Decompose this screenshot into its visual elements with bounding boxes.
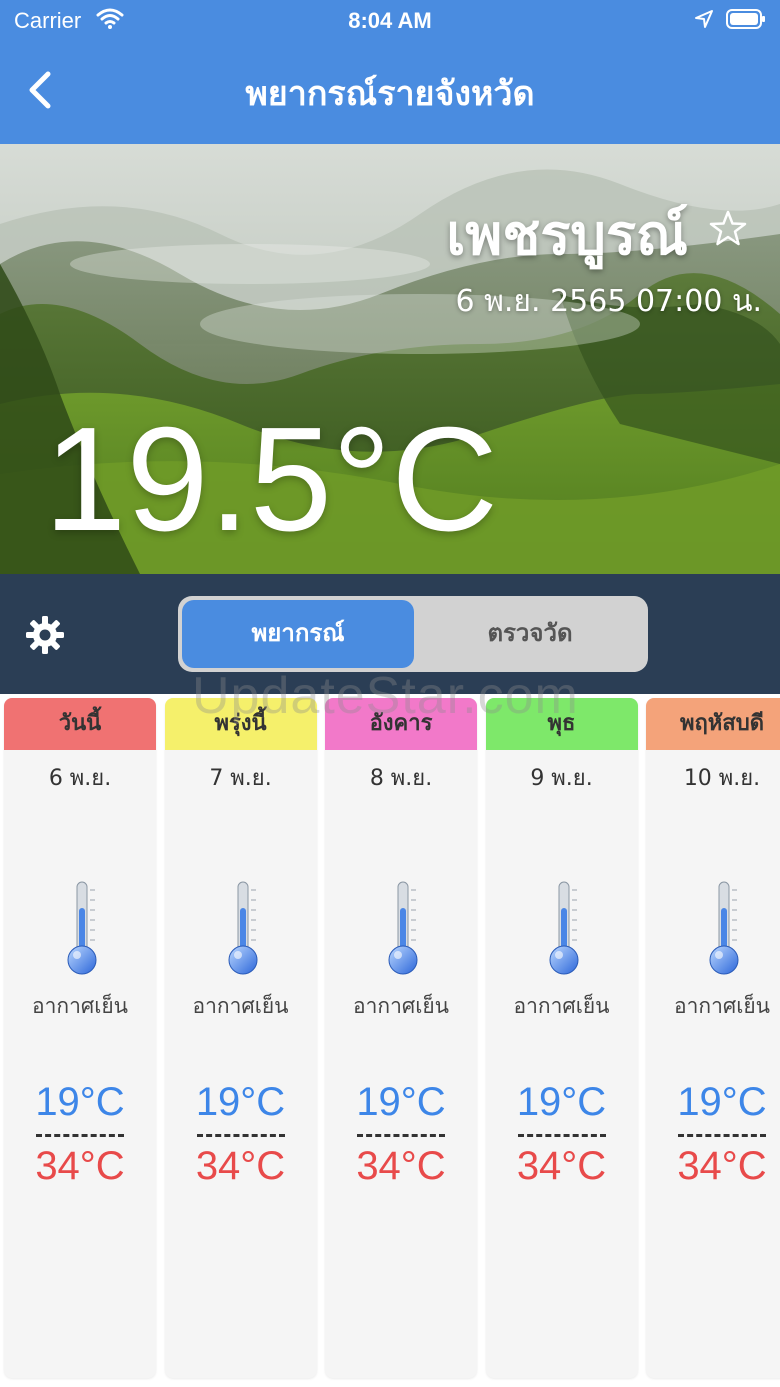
battery-icon (726, 9, 765, 29)
status-bar: Carrier 8:04 AM (0, 0, 780, 40)
weather-condition: อากาศเย็น (352, 994, 450, 1018)
temperature-divider (196, 1134, 285, 1137)
day-forecast-card[interactable]: วันนี้ 6 พ.ย. อากาศเย็น 19°C 34°C (4, 698, 156, 1378)
max-temperature: 34°C (516, 1144, 607, 1188)
max-temperature: 34°C (195, 1144, 286, 1188)
max-temperature: 34°C (35, 1144, 125, 1188)
day-date: 9 พ.ย. (530, 766, 593, 791)
thermometer-icon (62, 878, 102, 978)
day-date: 6 พ.ย. (48, 766, 112, 791)
day-date: 8 พ.ย. (369, 766, 433, 791)
weather-condition: อากาศเย็น (31, 994, 129, 1018)
day-forecast-card[interactable]: พฤหัสบดี 10 พ.ย. อากาศเย็น 19°C 34°C (646, 698, 780, 1378)
day-name: อังคาร (325, 698, 477, 750)
thermometer-icon (544, 878, 584, 978)
min-temperature: 19°C (35, 1080, 125, 1124)
province-name: เพชรบูรณ์ (446, 203, 688, 268)
daily-forecast-list[interactable]: วันนี้ 6 พ.ย. อากาศเย็น 19°C 34°C พรุ่งนี้ 7 พ… (0, 694, 780, 1387)
forecast-mode-segmented-control: พยากรณ์ ตรวจวัด (178, 596, 648, 672)
min-temperature: 19°C (356, 1080, 446, 1124)
min-temperature: 19°C (516, 1080, 607, 1124)
weather-hero: เพชรบูรณ์ 6 พ.ย. 2565 07:00 น. 19.5°C (0, 144, 780, 574)
day-date: 7 พ.ย. (209, 766, 272, 791)
max-temperature: 34°C (356, 1144, 446, 1188)
day-forecast-card[interactable]: อังคาร 8 พ.ย. อากาศเย็น 19°C 34°C (325, 698, 477, 1378)
day-date: 10 พ.ย. (683, 766, 761, 791)
weather-condition: อากาศเย็น (673, 994, 771, 1018)
status-time: 8:04 AM (348, 8, 432, 33)
favorite-star-icon[interactable] (708, 208, 748, 248)
day-forecast-card[interactable]: พุธ 9 พ.ย. อากาศเย็น 19°C 34°C (485, 698, 638, 1378)
weather-condition: อากาศเย็น (513, 994, 610, 1018)
thermometer-icon (704, 878, 744, 978)
weather-condition: อากาศเย็น (192, 994, 289, 1018)
navigation-bar: พยากรณ์รายจังหวัด (0, 40, 780, 144)
thermometer-icon (383, 878, 423, 978)
page-title: พยากรณ์รายจังหวัด (245, 74, 535, 114)
max-temperature: 34°C (677, 1144, 767, 1188)
min-temperature: 19°C (195, 1080, 286, 1124)
location-arrow-icon (695, 10, 713, 28)
temperature-divider (678, 1134, 766, 1137)
tab-measurement[interactable]: ตรวจวัด (414, 600, 646, 668)
day-name: วันนี้ (4, 698, 156, 750)
min-temperature: 19°C (677, 1080, 767, 1124)
day-forecast-card[interactable]: พรุ่งนี้ 7 พ.ย. อากาศเย็น 19°C 34°C (164, 698, 317, 1378)
gear-icon[interactable] (24, 614, 66, 656)
tab-forecast[interactable]: พยากรณ์ (182, 600, 414, 668)
observation-datetime: 6 พ.ย. 2565 07:00 น. (455, 284, 762, 319)
day-name: พรุ่งนี้ (164, 698, 317, 750)
thermometer-icon (223, 878, 263, 978)
temperature-divider (517, 1134, 606, 1137)
current-temperature: 19.5°C (44, 397, 499, 562)
day-name: พฤหัสบดี (646, 698, 780, 750)
temperature-divider (357, 1134, 445, 1137)
temperature-divider (36, 1134, 124, 1137)
control-bar: พยากรณ์ ตรวจวัด (0, 574, 780, 694)
day-name: พุธ (485, 698, 638, 750)
